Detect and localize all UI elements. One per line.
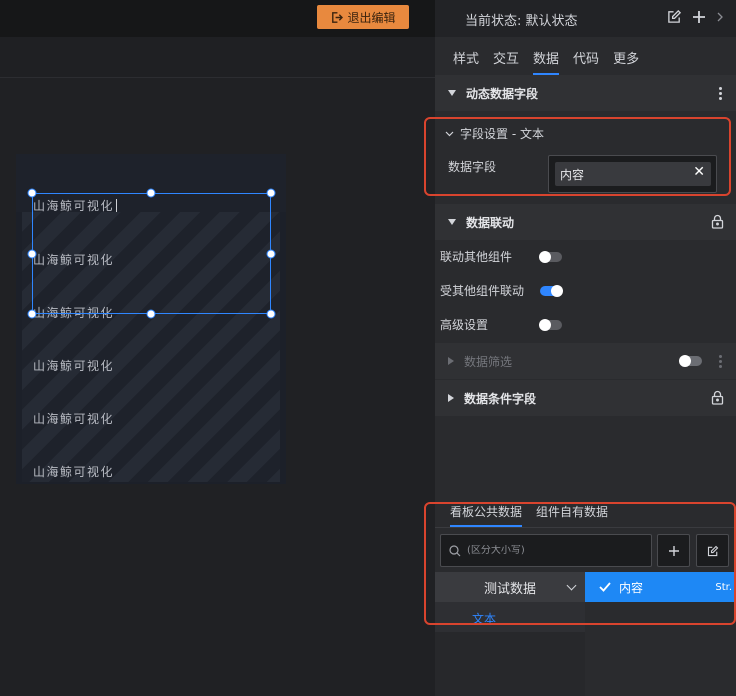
tab-data[interactable]: 数据: [533, 37, 560, 75]
chevron-right-icon[interactable]: [716, 12, 724, 22]
conditional-fields-section[interactable]: 数据条件字段: [435, 380, 736, 416]
filter-toggle[interactable]: [679, 355, 702, 367]
list-item: 山海鲸可视化: [33, 359, 115, 373]
section-title: 数据条件字段: [464, 391, 537, 406]
linked-by-toggle[interactable]: [540, 285, 563, 297]
resize-handle-bottom-left[interactable]: [27, 309, 37, 319]
resize-handle-top[interactable]: [146, 188, 156, 198]
link-others-label: 联动其他组件: [440, 250, 513, 264]
dataset-list: [435, 632, 585, 696]
advanced-toggle[interactable]: [539, 319, 562, 331]
lock-icon[interactable]: [711, 390, 724, 405]
tab-code[interactable]: 代码: [573, 37, 599, 75]
dynamic-fields-section[interactable]: 动态数据字段: [435, 75, 736, 111]
expand-triangle-icon: [448, 357, 454, 365]
state-bar: 当前状态: 默认状态: [435, 0, 736, 37]
exit-edit-label: 退出编辑: [347, 10, 396, 25]
section-title: 数据联动: [466, 215, 515, 230]
current-state-label: 当前状态: 默认状态: [465, 14, 578, 29]
advanced-row: 高级设置: [440, 316, 730, 336]
exit-edit-button[interactable]: 退出编辑: [317, 5, 409, 29]
collapse-triangle-icon: [448, 90, 456, 96]
resize-handle-bottom-right[interactable]: [266, 309, 276, 319]
resize-handle-top-left[interactable]: [27, 188, 37, 198]
tab-more[interactable]: 更多: [613, 37, 639, 75]
list-item: 山海鲸可视化: [33, 465, 115, 479]
link-others-toggle[interactable]: [539, 251, 562, 263]
link-others-row: 联动其他组件: [440, 248, 730, 268]
linkage-section[interactable]: 数据联动: [435, 204, 736, 240]
add-icon[interactable]: [692, 10, 706, 24]
edit-icon[interactable]: [667, 9, 682, 24]
tab-interaction[interactable]: 交互: [493, 37, 519, 75]
list-item: 山海鲸可视化: [33, 412, 115, 426]
selection-box[interactable]: [32, 193, 271, 314]
resize-handle-right[interactable]: [266, 249, 276, 259]
collapse-triangle-icon: [448, 219, 456, 225]
highlight-box: [424, 117, 731, 196]
resize-handle-left[interactable]: [27, 249, 37, 259]
filter-section[interactable]: 数据筛选: [435, 343, 736, 379]
canvas-subbar: [0, 37, 435, 78]
highlight-box: [424, 502, 736, 625]
exit-icon: [332, 11, 344, 23]
more-options-icon[interactable]: [719, 355, 722, 368]
expand-triangle-icon: [448, 394, 454, 402]
advanced-label: 高级设置: [440, 318, 489, 332]
tab-style[interactable]: 样式: [453, 37, 479, 75]
linked-by-label: 受其他组件联动: [440, 284, 525, 298]
linked-by-row: 受其他组件联动: [440, 282, 730, 302]
panel-tabs: 样式 交互 数据 代码 更多: [435, 37, 736, 75]
section-title: 数据筛选: [464, 354, 513, 369]
more-options-icon[interactable]: [719, 87, 722, 100]
lock-icon[interactable]: [711, 214, 724, 229]
resize-handle-bottom[interactable]: [146, 309, 156, 319]
resize-handle-top-right[interactable]: [266, 188, 276, 198]
section-title: 动态数据字段: [466, 86, 539, 101]
top-toolbar: 退出编辑: [0, 0, 435, 37]
